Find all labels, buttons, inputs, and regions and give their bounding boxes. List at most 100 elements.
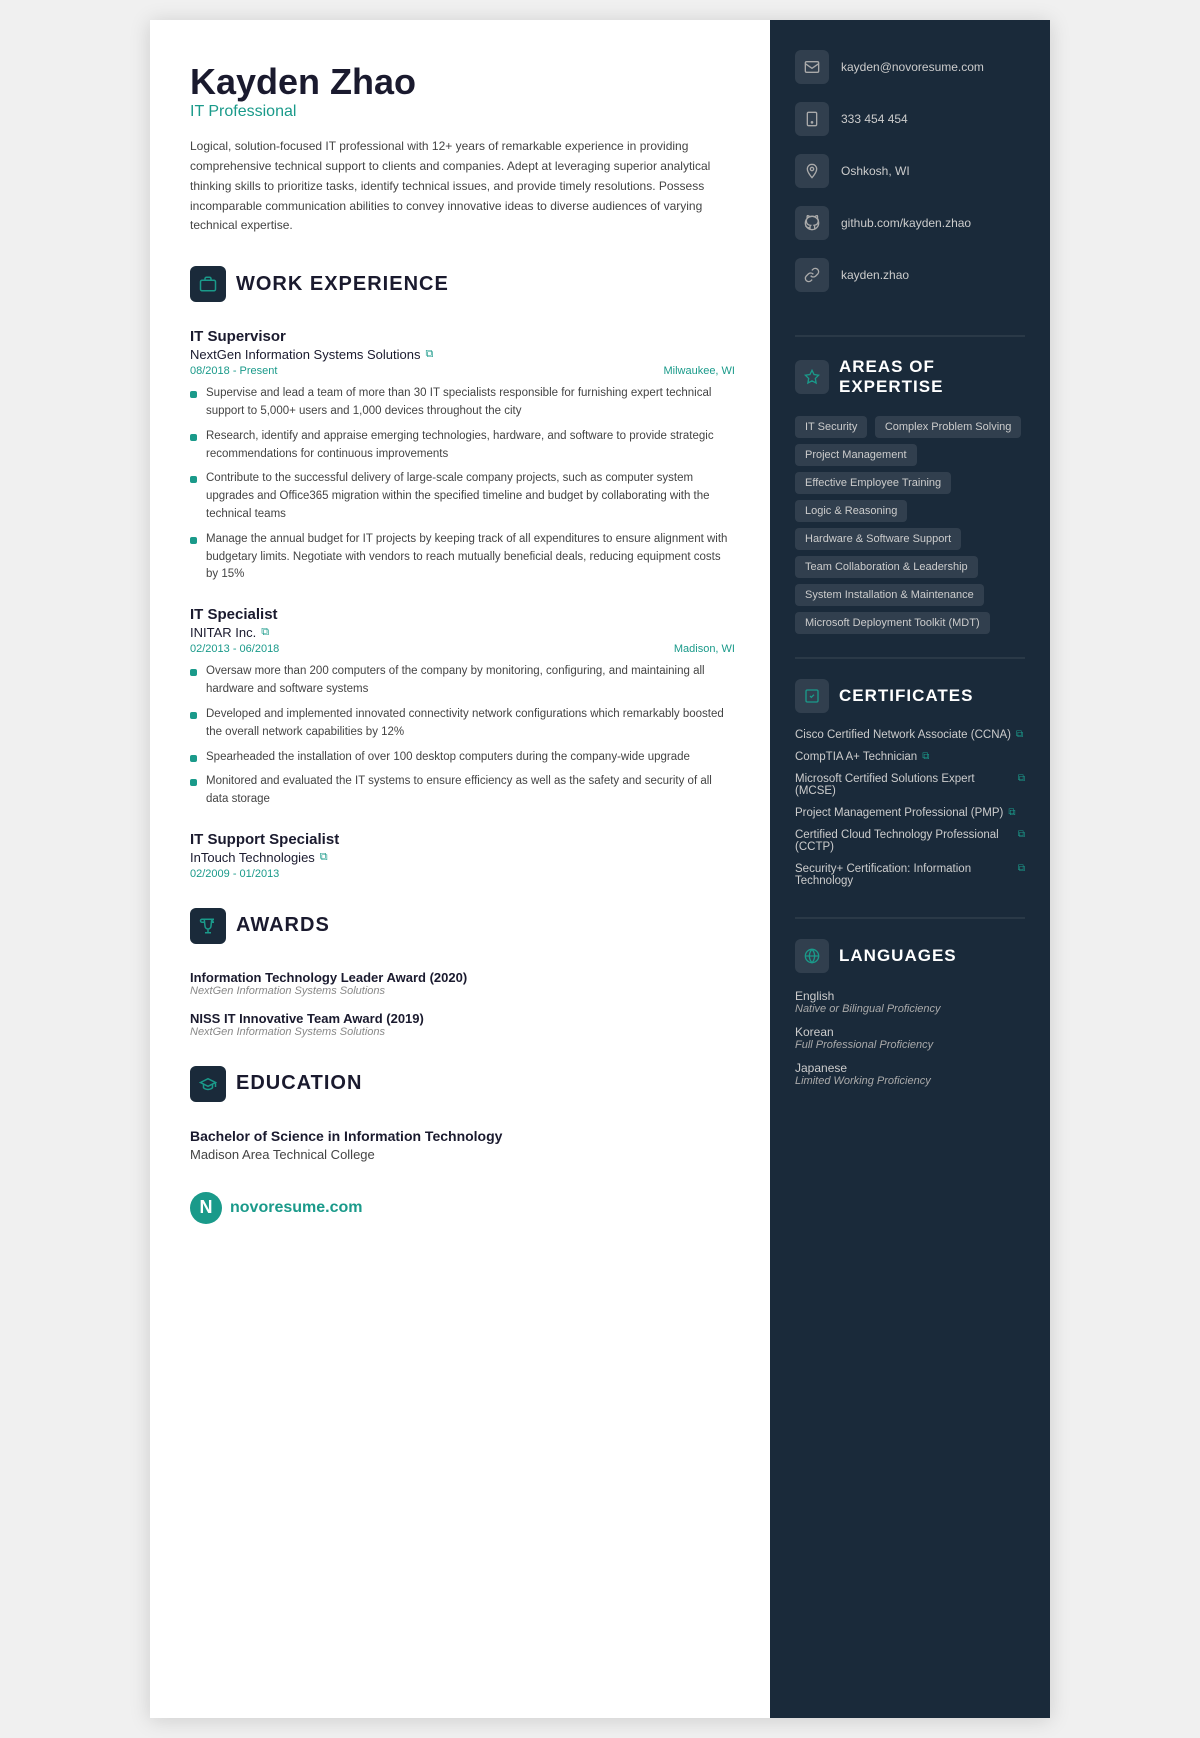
job-title-2: IT Specialist [190, 606, 735, 623]
awards-header: AWARDS [190, 908, 735, 952]
awards-title: AWARDS [236, 914, 330, 937]
skill-tag-2: Project Management [795, 444, 917, 466]
ext-link-icon-3[interactable]: ⧉ [320, 851, 328, 864]
skill-tag-1: Complex Problem Solving [875, 416, 1022, 438]
languages-title: LANGUAGES [839, 946, 957, 966]
cert-item-0: Cisco Certified Network Associate (CCNA)… [795, 729, 1025, 741]
job-item-1: IT Supervisor NextGen Information System… [190, 328, 735, 584]
expertise-icon [795, 360, 829, 394]
cert-link-2[interactable]: ⧉ [1018, 773, 1025, 784]
cert-item-5: Security+ Certification: Information Tec… [795, 863, 1025, 887]
resume-container: Kayden Zhao IT Professional Logical, sol… [150, 20, 1050, 1718]
ext-link-icon-1[interactable]: ⧉ [426, 348, 434, 361]
work-experience-header: WORK EXPERIENCE [190, 266, 735, 310]
company-2: INITAR Inc. ⧉ [190, 625, 735, 640]
graduation-icon [190, 1066, 226, 1102]
skills-container: IT Security Complex Problem Solving Proj… [795, 413, 1025, 637]
award-item-1: Information Technology Leader Award (202… [190, 970, 735, 997]
languages-header: LANGUAGES [795, 939, 1025, 973]
bullet-item: Developed and implemented innovated conn… [190, 706, 735, 742]
award-name-1: Information Technology Leader Award (202… [190, 970, 735, 985]
cert-item-4: Certified Cloud Technology Professional … [795, 829, 1025, 853]
phone-text: 333 454 454 [841, 112, 908, 126]
cert-link-1[interactable]: ⧉ [922, 751, 929, 762]
briefcase-icon [190, 266, 226, 302]
trophy-icon [190, 908, 226, 944]
footer-logo: N novoresume.com [190, 1192, 735, 1224]
company-3: InTouch Technologies ⧉ [190, 850, 735, 865]
contact-phone: 333 454 454 [795, 102, 1025, 136]
lang-level-0: Native or Bilingual Proficiency [795, 1003, 1025, 1015]
ext-link-icon-2[interactable]: ⧉ [261, 626, 269, 639]
job-meta-3: 02/2009 - 01/2013 [190, 868, 735, 880]
candidate-summary: Logical, solution-focused IT professiona… [190, 137, 735, 236]
education-title: EDUCATION [236, 1072, 362, 1095]
bullet-item: Supervise and lead a team of more than 3… [190, 385, 735, 421]
bullet-item: Contribute to the successful delivery of… [190, 470, 735, 523]
expertise-section: AREAS OFEXPERTISE IT Security Complex Pr… [770, 337, 1050, 657]
lang-item-1: Korean Full Professional Proficiency [795, 1025, 1025, 1051]
lang-level-1: Full Professional Proficiency [795, 1039, 1025, 1051]
cert-item-1: CompTIA A+ Technician ⧉ [795, 751, 1025, 763]
github-text: github.com/kayden.zhao [841, 216, 971, 230]
right-column: kayden@novoresume.com 333 454 454 Oshkos… [770, 20, 1050, 1718]
work-experience-title: WORK EXPERIENCE [236, 273, 449, 296]
education-section: EDUCATION Bachelor of Science in Informa… [190, 1066, 735, 1162]
bullet-item: Research, identify and appraise emerging… [190, 428, 735, 464]
cert-link-3[interactable]: ⧉ [1008, 807, 1015, 818]
award-name-2: NISS IT Innovative Team Award (2019) [190, 1011, 735, 1026]
cert-link-0[interactable]: ⧉ [1016, 729, 1023, 740]
contact-section: kayden@novoresume.com 333 454 454 Oshkos… [770, 20, 1050, 335]
phone-icon [795, 102, 829, 136]
bullet-item: Oversaw more than 200 computers of the c… [190, 663, 735, 699]
contact-location: Oshkosh, WI [795, 154, 1025, 188]
award-org-1: NextGen Information Systems Solutions [190, 985, 735, 997]
job-item-3: IT Support Specialist InTouch Technologi… [190, 831, 735, 880]
portfolio-icon [795, 258, 829, 292]
cert-item-3: Project Management Professional (PMP) ⧉ [795, 807, 1025, 819]
job-meta-2: 02/2013 - 06/2018 Madison, WI [190, 643, 735, 655]
lang-item-0: English Native or Bilingual Proficiency [795, 989, 1025, 1015]
certificates-title: CERTIFICATES [839, 686, 973, 706]
location-icon [795, 154, 829, 188]
job-title-3: IT Support Specialist [190, 831, 735, 848]
candidate-name: Kayden Zhao [190, 60, 735, 103]
lang-name-1: Korean [795, 1025, 1025, 1039]
logo-text: novoresume.com [230, 1199, 362, 1217]
contact-github: github.com/kayden.zhao [795, 206, 1025, 240]
certificates-section: CERTIFICATES Cisco Certified Network Ass… [770, 659, 1050, 917]
email-icon [795, 50, 829, 84]
company-1: NextGen Information Systems Solutions ⧉ [190, 347, 735, 362]
skill-tag-0: IT Security [795, 416, 867, 438]
portfolio-text: kayden.zhao [841, 268, 909, 282]
skill-tag-4: Logic & Reasoning [795, 500, 907, 522]
lang-name-0: English [795, 989, 1025, 1003]
skill-tag-7: System Installation & Maintenance [795, 584, 984, 606]
logo-icon: N [190, 1192, 222, 1224]
lang-name-2: Japanese [795, 1061, 1025, 1075]
skill-tag-3: Effective Employee Training [795, 472, 951, 494]
contact-email: kayden@novoresume.com [795, 50, 1025, 84]
job-bullets-1: Supervise and lead a team of more than 3… [190, 385, 735, 584]
languages-section: LANGUAGES English Native or Bilingual Pr… [770, 919, 1050, 1117]
edu-school: Madison Area Technical College [190, 1147, 735, 1162]
lang-icon [795, 939, 829, 973]
job-title-1: IT Supervisor [190, 328, 735, 345]
job-item-2: IT Specialist INITAR Inc. ⧉ 02/2013 - 06… [190, 606, 735, 809]
bullet-item: Spearheaded the installation of over 100… [190, 749, 735, 767]
bullet-item: Monitored and evaluated the IT systems t… [190, 773, 735, 809]
lang-level-2: Limited Working Proficiency [795, 1075, 1025, 1087]
work-experience-section: WORK EXPERIENCE IT Supervisor NextGen In… [190, 266, 735, 880]
github-icon [795, 206, 829, 240]
certificates-header: CERTIFICATES [795, 679, 1025, 713]
bullet-item: Manage the annual budget for IT projects… [190, 531, 735, 584]
award-item-2: NISS IT Innovative Team Award (2019) Nex… [190, 1011, 735, 1038]
cert-link-5[interactable]: ⧉ [1018, 863, 1025, 874]
cert-item-2: Microsoft Certified Solutions Expert (MC… [795, 773, 1025, 797]
lang-item-2: Japanese Limited Working Proficiency [795, 1061, 1025, 1087]
job-meta-1: 08/2018 - Present Milwaukee, WI [190, 365, 735, 377]
email-text: kayden@novoresume.com [841, 60, 984, 74]
cert-link-4[interactable]: ⧉ [1018, 829, 1025, 840]
job-bullets-2: Oversaw more than 200 computers of the c… [190, 663, 735, 809]
cert-icon [795, 679, 829, 713]
